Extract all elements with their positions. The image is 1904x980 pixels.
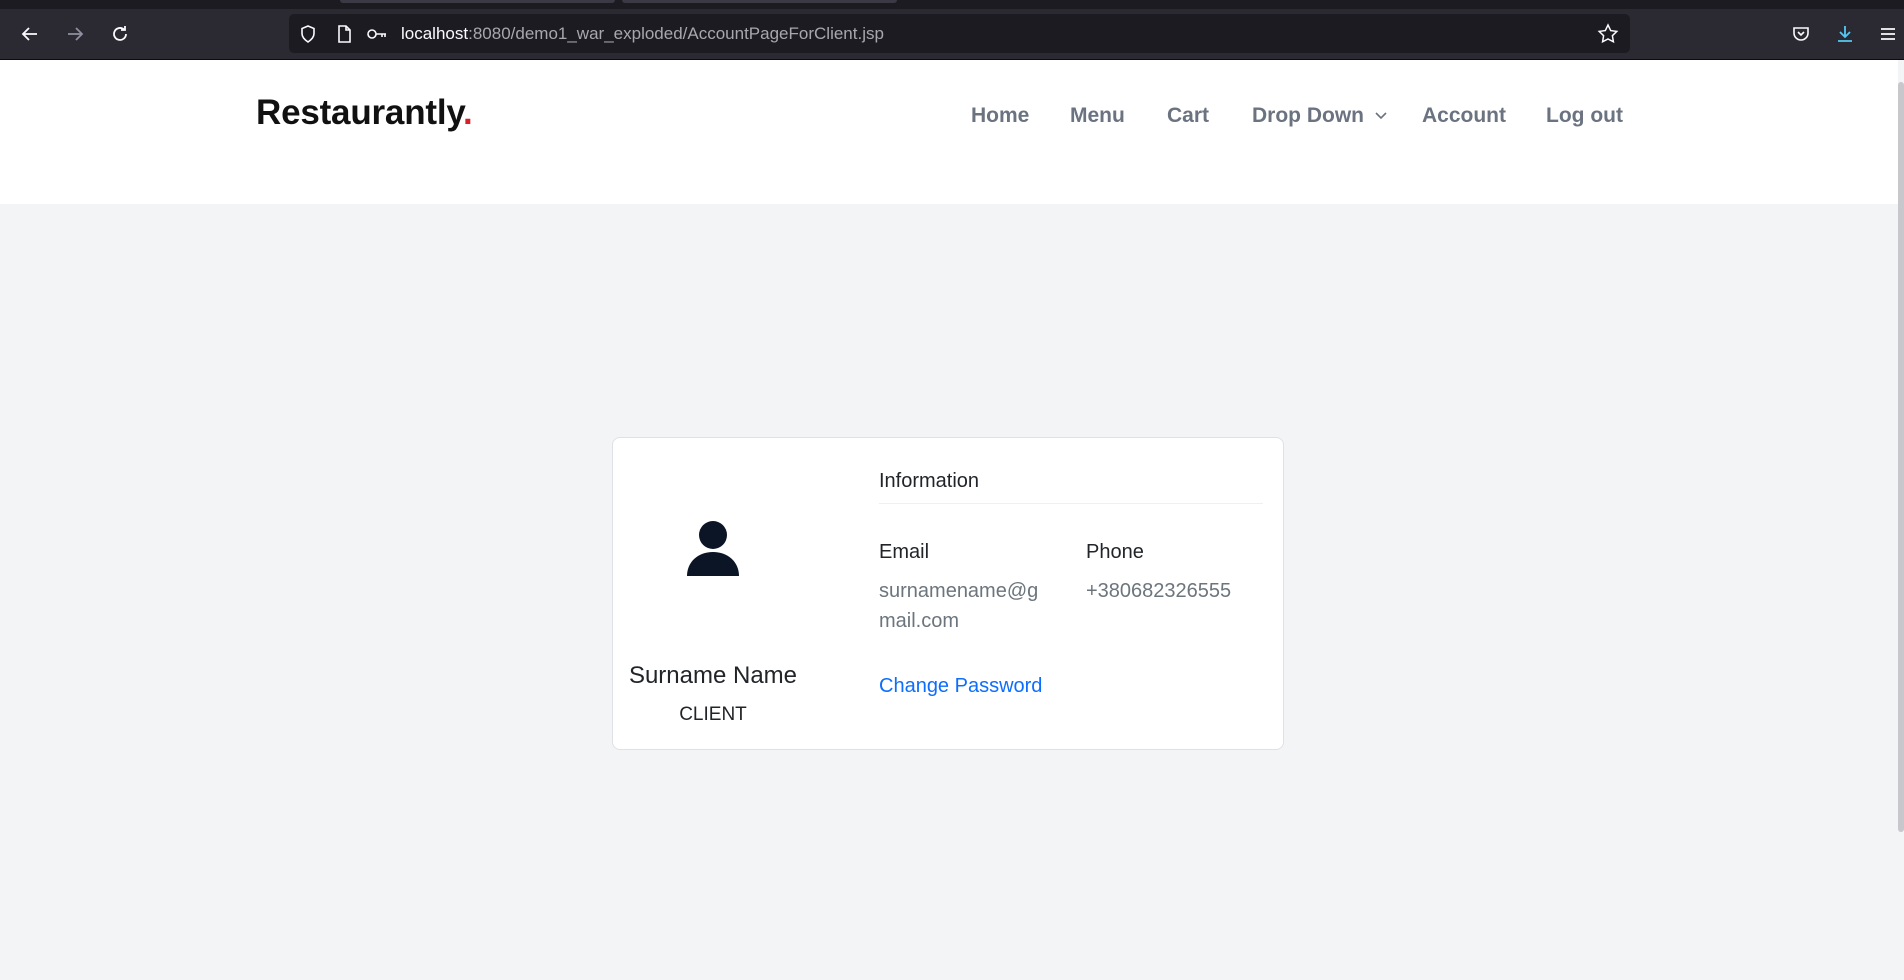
- nav-dropdown-label: Drop Down: [1252, 104, 1364, 127]
- user-avatar-icon: [687, 521, 739, 576]
- email-value: surnamename@gmail.com: [879, 580, 1039, 632]
- url-text[interactable]: localhost:8080/demo1_war_exploded/Accoun…: [401, 14, 884, 53]
- url-path: :8080/demo1_war_exploded/AccountPageForC…: [468, 24, 884, 43]
- brand-name: Restaurantly: [256, 93, 464, 132]
- nav-menu[interactable]: Menu: [1070, 104, 1125, 128]
- page-scrollbar-thumb[interactable]: [1898, 82, 1904, 832]
- profile-card: Surname Name CLIENT Information Email su…: [612, 437, 1284, 750]
- downloads-button[interactable]: [1829, 18, 1861, 50]
- brand-logo[interactable]: Restaurantly.: [256, 93, 473, 133]
- phone-label: Phone: [1086, 541, 1144, 563]
- phone-value: +380682326555: [1086, 580, 1232, 602]
- site-header: Restaurantly. Home Menu Cart Drop Down A…: [0, 60, 1898, 204]
- bookmark-star-icon[interactable]: [1596, 22, 1620, 46]
- browser-tab[interactable]: [340, 0, 615, 3]
- chevron-down-icon: [1375, 112, 1387, 120]
- arrow-left-icon: [21, 27, 37, 41]
- browser-tab[interactable]: [622, 0, 897, 3]
- key-icon[interactable]: [365, 22, 389, 46]
- info-heading: Information: [879, 470, 980, 492]
- reload-button[interactable]: [104, 18, 136, 50]
- back-button[interactable]: [14, 18, 46, 50]
- nav-cart[interactable]: Cart: [1167, 104, 1209, 128]
- browser-toolbar: localhost:8080/demo1_war_exploded/Accoun…: [0, 9, 1904, 60]
- page-icon[interactable]: [332, 22, 356, 46]
- profile-full-name: Surname Name: [628, 662, 798, 689]
- arrow-right-icon: [68, 27, 84, 41]
- pocket-icon: [1793, 27, 1809, 41]
- download-icon: [1838, 26, 1852, 42]
- hamburger-menu-icon: [1881, 28, 1895, 40]
- nav-dropdown[interactable]: Drop Down: [1252, 104, 1388, 128]
- address-bar[interactable]: localhost:8080/demo1_war_exploded/Accoun…: [289, 14, 1630, 53]
- reload-icon: [113, 26, 127, 41]
- shield-icon[interactable]: [296, 22, 320, 46]
- app-menu-button[interactable]: [1874, 18, 1902, 50]
- forward-button[interactable]: [59, 18, 91, 50]
- change-password-link[interactable]: Change Password: [879, 675, 1042, 698]
- pocket-button[interactable]: [1785, 18, 1817, 50]
- brand-dot: .: [463, 93, 473, 132]
- nav-account[interactable]: Account: [1422, 104, 1506, 128]
- profile-role: CLIENT: [679, 704, 747, 725]
- browser-tab-strip: [0, 0, 1904, 9]
- nav-home[interactable]: Home: [971, 104, 1029, 128]
- email-label: Email: [879, 541, 930, 563]
- url-host: localhost: [401, 24, 469, 43]
- info-divider: [879, 503, 1263, 504]
- nav-logout[interactable]: Log out: [1546, 104, 1623, 128]
